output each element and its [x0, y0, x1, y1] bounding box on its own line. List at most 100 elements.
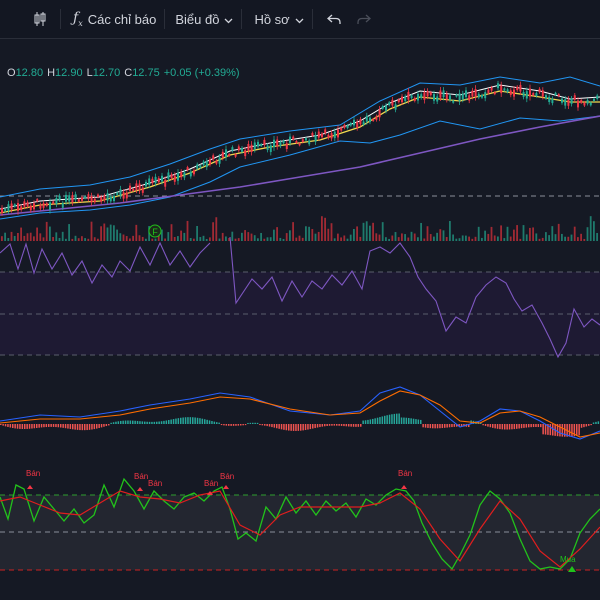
candle-body — [33, 203, 35, 210]
volume-bar — [183, 232, 186, 241]
histogram-bar — [576, 424, 578, 436]
histogram-bar — [134, 420, 136, 424]
fx-icon: ƒx — [73, 10, 83, 28]
histogram-bar — [43, 424, 45, 428]
candle-body — [289, 136, 291, 143]
histogram-bar — [360, 424, 362, 427]
volume-bar — [7, 238, 10, 241]
candle-body — [68, 195, 71, 202]
histogram-bar — [84, 424, 86, 431]
candle-body — [484, 92, 487, 99]
candle-body — [225, 149, 227, 158]
volume-bar — [353, 228, 355, 241]
histogram-bar — [528, 424, 530, 428]
candle-body — [567, 99, 570, 106]
chart-menu-button[interactable]: Biểu đồ — [165, 0, 241, 38]
histogram-bar — [530, 424, 532, 428]
close-value: 12.75 — [132, 67, 160, 79]
candlestick-icon[interactable] — [0, 0, 60, 38]
volume-bar — [215, 217, 218, 241]
volume-bar — [20, 227, 22, 241]
histogram-bar — [484, 424, 487, 426]
volume-bars — [1, 216, 598, 241]
histogram-bar — [511, 424, 513, 430]
candle-body — [132, 188, 135, 191]
candle-body — [497, 83, 499, 89]
histogram-bar — [489, 424, 492, 428]
candle-body — [7, 204, 10, 211]
histogram-bar — [33, 424, 36, 429]
candle-body — [449, 95, 451, 100]
candle-body — [529, 88, 531, 97]
volume-bar — [445, 237, 448, 241]
histogram-bar — [537, 424, 540, 428]
histogram-bar — [213, 421, 216, 424]
volume-bar — [493, 235, 496, 241]
candle-body — [532, 93, 535, 96]
volume-bar — [129, 238, 131, 241]
histogram-bar — [314, 424, 316, 429]
histogram-bar — [62, 424, 64, 428]
histogram-bar — [247, 422, 249, 424]
profile-menu-button[interactable]: Hồ sơ — [242, 0, 311, 38]
low-value: 12.70 — [92, 67, 121, 79]
histogram-bar — [220, 424, 223, 426]
candle-body — [100, 197, 103, 202]
candle-body — [391, 99, 394, 106]
histogram-bar — [192, 417, 194, 424]
chart-canvas[interactable]: F Bán Bán Bán Bán Bán Bán Mua — [0, 39, 600, 600]
candle-body — [413, 97, 416, 101]
candle-body — [260, 144, 263, 147]
histogram-bar — [504, 424, 506, 430]
candle-body — [311, 132, 314, 136]
histogram-bar — [350, 424, 352, 427]
volume-bar — [257, 238, 259, 241]
volume-bar — [103, 223, 106, 241]
volume-bar — [122, 234, 125, 241]
histogram-bar — [156, 421, 158, 424]
histogram-bar — [506, 424, 508, 430]
histogram-bar — [396, 413, 398, 424]
candle-body — [548, 96, 551, 103]
volume-bar — [561, 233, 563, 241]
histogram-bar — [369, 419, 372, 424]
histogram-bar — [55, 424, 57, 428]
histogram-bar — [103, 424, 105, 427]
candle-body — [266, 145, 269, 151]
volume-bar — [100, 226, 102, 241]
histogram-bar — [244, 424, 247, 426]
volume-bar — [516, 225, 518, 241]
candle-body — [369, 117, 371, 122]
histogram-bar — [535, 424, 537, 427]
candle-body — [71, 195, 74, 203]
histogram-bar — [523, 424, 525, 428]
candle-body — [180, 171, 183, 178]
histogram-bar — [292, 424, 295, 431]
candle-body — [173, 175, 176, 182]
candle-body — [305, 138, 307, 141]
histogram-bar — [271, 424, 273, 428]
candle-body — [29, 205, 32, 211]
undo-icon[interactable] — [313, 0, 349, 38]
candle-body — [141, 187, 144, 193]
candle-body — [506, 89, 509, 93]
redo-icon[interactable] — [349, 0, 379, 38]
indicators-button[interactable]: ƒx Các chỉ báo — [61, 0, 164, 38]
histogram-bar — [362, 420, 364, 424]
volume-bar — [369, 225, 371, 241]
candle-body — [189, 171, 192, 177]
volume-bar — [327, 228, 330, 241]
histogram-bar — [96, 424, 98, 429]
volume-bar — [589, 216, 592, 241]
histogram-bar — [196, 417, 199, 424]
candle-body — [545, 95, 547, 99]
candle-body — [42, 203, 45, 208]
volume-bar — [317, 231, 320, 241]
volume-bar — [538, 238, 541, 241]
volume-bar — [234, 238, 237, 241]
candle-body — [461, 93, 464, 100]
volume-bar — [522, 225, 525, 241]
histogram-bar — [333, 424, 336, 426]
histogram-bar — [21, 424, 24, 430]
volume-bar — [218, 238, 221, 241]
